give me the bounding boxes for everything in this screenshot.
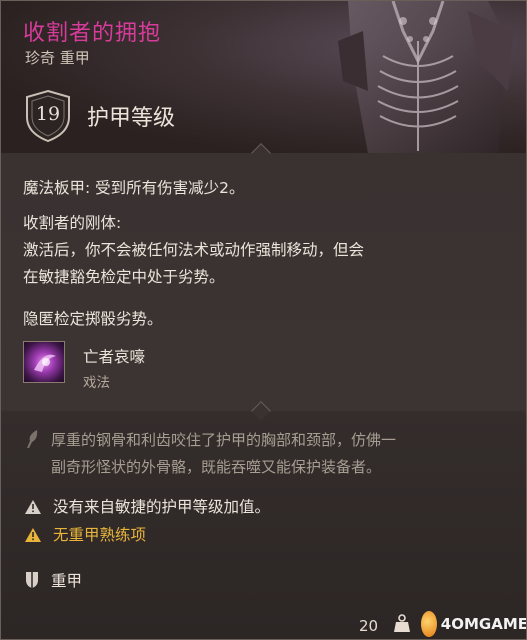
spell-icon[interactable]	[23, 341, 65, 383]
lore-line-1: 厚重的钢骨和利齿咬住了护甲的胸部和颈部，仿佛一	[51, 431, 397, 449]
watermark-text: 4OMGAME	[440, 615, 527, 633]
lore-line-2: 副奇形怪状的外骨骼，既能吞噬又能保护装备者。	[51, 458, 382, 476]
spell-type: 戏法	[83, 375, 110, 391]
item-rarity-type: 珍奇 重甲	[25, 49, 90, 67]
notice-no-dex-text: 没有来自敏捷的护甲等级加值。	[53, 498, 271, 516]
quill-icon	[27, 430, 38, 448]
heavy-armor-icon	[26, 572, 38, 588]
effect-stealth: 隐匿检定掷骰劣势。	[23, 310, 163, 328]
effect-reaper-desc-2: 在敏捷豁免检定中处于劣势。	[23, 268, 225, 286]
armor-category: 重甲	[25, 569, 82, 591]
shield-icon: 19	[23, 89, 73, 143]
effect-reaper-title: 收割者的刚体:	[23, 214, 122, 232]
effect-magic-plate: 魔法板甲: 受到所有伤害减少2。	[23, 179, 245, 197]
notice-no-proficiency: 无重甲熟练项	[25, 523, 146, 545]
armor-image	[338, 1, 513, 153]
watermark-logo-icon	[421, 611, 437, 637]
item-name: 收割者的拥抱	[23, 21, 162, 46]
warning-icon	[25, 527, 41, 542]
armor-class-value: 19	[35, 103, 61, 125]
watermark: 4OMGAME	[421, 607, 527, 639]
notice-no-proficiency-text: 无重甲熟练项	[53, 526, 147, 544]
armor-category-label: 重甲	[51, 572, 83, 590]
warning-icon	[25, 499, 41, 514]
armor-class: 19 护甲等级	[23, 89, 175, 143]
spell-name: 亡者哀嚎	[83, 348, 146, 366]
tooltip-header: 收割者的拥抱 珍奇 重甲 19 护甲等级	[1, 1, 526, 153]
effect-reaper-desc-1: 激活后，你不会被任何法术或动作强制移动，但会	[23, 241, 365, 259]
armor-class-label: 护甲等级	[87, 106, 176, 131]
item-tooltip: 收割者的拥抱 珍奇 重甲 19 护甲等级 魔法板甲: 受到所有伤害减少2。 收割…	[0, 0, 527, 640]
notice-no-dex: 没有来自敏捷的护甲等级加值。	[25, 495, 270, 517]
item-weight: 20	[359, 617, 379, 635]
weight-icon	[394, 614, 410, 632]
divider-notch	[251, 401, 271, 421]
